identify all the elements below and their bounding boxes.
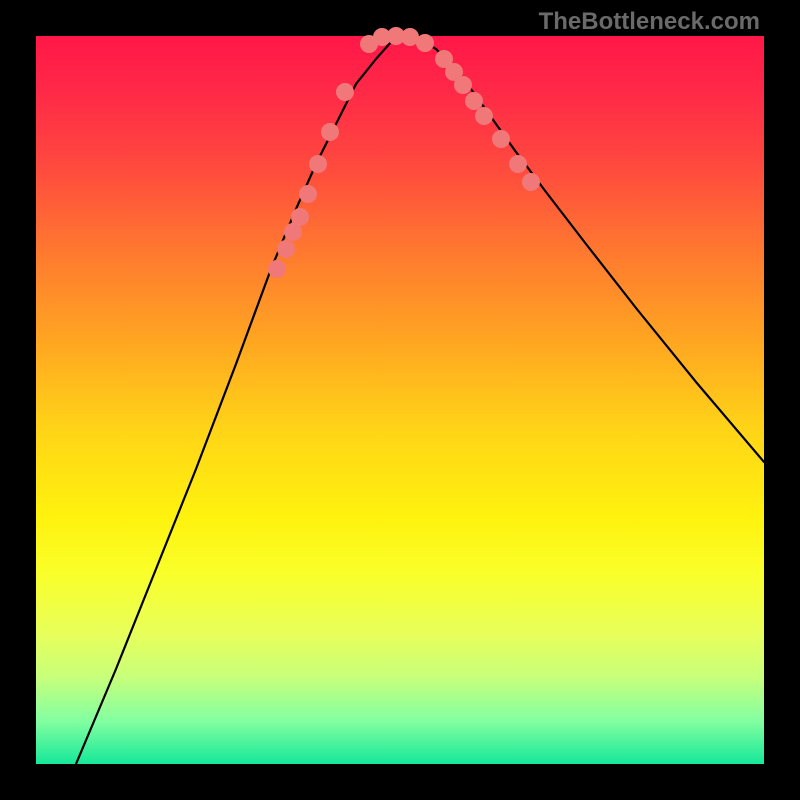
data-marker bbox=[291, 208, 309, 226]
data-marker bbox=[475, 107, 493, 125]
data-marker bbox=[321, 123, 339, 141]
chart-svg bbox=[36, 36, 764, 764]
data-marker bbox=[299, 185, 317, 203]
data-marker bbox=[509, 155, 527, 173]
plot-area bbox=[36, 36, 764, 764]
watermark-text: TheBottleneck.com bbox=[539, 8, 760, 36]
data-marker bbox=[336, 83, 354, 101]
data-marker bbox=[492, 130, 510, 148]
chart-container: TheBottleneck.com bbox=[0, 0, 800, 800]
curve-group bbox=[76, 36, 764, 764]
data-marker bbox=[465, 92, 483, 110]
data-marker bbox=[277, 240, 295, 258]
data-marker bbox=[454, 76, 472, 94]
bottleneck-curve bbox=[76, 36, 764, 764]
data-marker bbox=[416, 34, 434, 52]
data-marker bbox=[522, 173, 540, 191]
data-marker bbox=[268, 260, 286, 278]
data-marker bbox=[309, 155, 327, 173]
data-markers bbox=[268, 27, 540, 278]
